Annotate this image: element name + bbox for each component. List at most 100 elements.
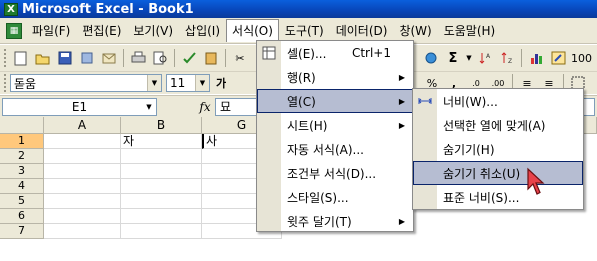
font-size-combo[interactable]: 11 ▼ xyxy=(166,74,210,92)
email-icon[interactable] xyxy=(99,49,119,67)
workbook-icon[interactable]: ▦ xyxy=(6,22,22,39)
svg-text:Z: Z xyxy=(508,58,512,65)
row-header-3[interactable]: 3 xyxy=(0,164,44,179)
title-bar: X Microsoft Excel - Book1 xyxy=(0,0,597,18)
cell-a3[interactable] xyxy=(44,164,121,179)
menu-format[interactable]: 서식(O) xyxy=(226,19,279,42)
row-header-4[interactable]: 4 xyxy=(0,179,44,194)
submenu-arrow-icon: ▶ xyxy=(398,216,405,226)
chevron-down-icon[interactable]: ▼ xyxy=(465,49,473,67)
toolbar-separator xyxy=(225,49,226,67)
print-preview-icon[interactable] xyxy=(150,49,170,67)
menu-item-sheet[interactable]: 시트(H) ▶ xyxy=(257,113,413,137)
menu-tools[interactable]: 도구(T) xyxy=(279,19,330,42)
submenu-arrow-icon: ▶ xyxy=(398,72,405,82)
cell-a4[interactable] xyxy=(44,179,121,194)
menu-item-label: 셀(E)... xyxy=(287,46,327,61)
chart-wizard-icon[interactable] xyxy=(526,49,546,67)
menu-item-label: 조건부 서식(D)... xyxy=(287,166,377,181)
cell-a7[interactable] xyxy=(44,224,121,239)
cell-b5[interactable] xyxy=(121,194,202,209)
menu-window[interactable]: 창(W) xyxy=(393,19,437,42)
research-icon[interactable] xyxy=(201,49,221,67)
insert-function-icon[interactable]: fx xyxy=(195,100,215,114)
row-header-7[interactable]: 7 xyxy=(0,224,44,239)
toolbar-grip[interactable] xyxy=(4,74,7,92)
chevron-down-icon[interactable]: ▼ xyxy=(195,75,209,91)
menu-item-phonetic-guide[interactable]: 윗주 달기(T) ▶ xyxy=(257,209,413,233)
sort-ascending-icon[interactable]: A xyxy=(475,49,495,67)
cell-b4[interactable] xyxy=(121,179,202,194)
cell-a1[interactable] xyxy=(44,134,121,149)
menu-item-label: 시트(H) xyxy=(287,118,328,133)
menu-item-label: 스타일(S)... xyxy=(287,190,349,205)
bold-button[interactable]: 가 xyxy=(211,74,231,92)
drawing-icon[interactable] xyxy=(548,49,568,67)
column-header-b[interactable]: B xyxy=(121,117,202,134)
menu-item-label: 자동 서식(A)... xyxy=(287,142,364,157)
font-name-combo[interactable]: 돋움 ▼ xyxy=(10,74,162,92)
print-icon[interactable] xyxy=(128,49,148,67)
submenu-item-unhide[interactable]: 숨기기 취소(U) xyxy=(413,161,583,185)
cell-b7[interactable] xyxy=(121,224,202,239)
column-submenu: 너비(W)... 선택한 열에 맞게(A) 숨기기(H) 숨기기 취소(U) 표… xyxy=(412,88,584,210)
row-header-1[interactable]: 1 xyxy=(0,134,44,149)
menu-item-column[interactable]: 열(C) ▶ xyxy=(257,89,413,113)
menu-item-label: 표준 너비(S)... xyxy=(443,190,520,205)
menu-edit[interactable]: 편집(E) xyxy=(76,19,127,42)
menu-view[interactable]: 보기(V) xyxy=(127,19,179,42)
menu-item-label: 윗주 달기(T) xyxy=(287,214,352,229)
name-box[interactable]: E1 ▼ xyxy=(2,97,157,116)
font-name-value: 돋움 xyxy=(14,76,37,91)
toolbar-grip[interactable] xyxy=(4,49,7,67)
open-icon[interactable] xyxy=(33,49,53,67)
menu-data[interactable]: 데이터(D) xyxy=(330,19,394,42)
menu-insert[interactable]: 삽입(I) xyxy=(179,19,226,42)
row-header-2[interactable]: 2 xyxy=(0,149,44,164)
menu-item-shortcut: Ctrl+1 xyxy=(351,46,391,60)
window-title: Microsoft Excel - Book1 xyxy=(22,1,194,17)
submenu-item-standard-width[interactable]: 표준 너비(S)... xyxy=(413,185,583,209)
column-width-icon xyxy=(417,93,433,109)
permission-icon[interactable] xyxy=(77,49,97,67)
menu-item-cells[interactable]: 셀(E)... Ctrl+1 xyxy=(257,41,413,65)
submenu-arrow-icon: ▶ xyxy=(398,120,405,130)
copy-icon[interactable] xyxy=(421,49,441,67)
row-header-5[interactable]: 5 xyxy=(0,194,44,209)
submenu-item-autofit[interactable]: 선택한 열에 맞게(A) xyxy=(413,113,583,137)
menu-item-conditional-formatting[interactable]: 조건부 서식(D)... xyxy=(257,161,413,185)
chevron-down-icon[interactable]: ▼ xyxy=(147,75,161,91)
toolbar-separator xyxy=(123,49,124,67)
cell-b1[interactable]: 자 xyxy=(121,134,202,149)
column-header-a[interactable]: A xyxy=(44,117,121,134)
menu-item-style[interactable]: 스타일(S)... xyxy=(257,185,413,209)
font-size-value: 11 xyxy=(170,76,186,90)
sort-descending-icon[interactable]: Z xyxy=(497,49,517,67)
chevron-down-icon[interactable]: ▼ xyxy=(142,99,156,115)
menu-help[interactable]: 도움말(H) xyxy=(438,19,502,42)
save-icon[interactable] xyxy=(55,49,75,67)
select-all-corner[interactable] xyxy=(0,117,44,134)
cell-b6[interactable] xyxy=(121,209,202,224)
autosum-icon[interactable]: Σ xyxy=(443,49,463,67)
submenu-item-width[interactable]: 너비(W)... xyxy=(413,89,583,113)
zoom-value[interactable]: 100 xyxy=(571,52,592,65)
cell-a6[interactable] xyxy=(44,209,121,224)
menu-item-label: 행(R) xyxy=(287,70,316,85)
cut-icon[interactable]: ✂ xyxy=(230,49,250,67)
menu-item-row[interactable]: 행(R) ▶ xyxy=(257,65,413,89)
cell-b3[interactable] xyxy=(121,164,202,179)
menu-item-autoformat[interactable]: 자동 서식(A)... xyxy=(257,137,413,161)
submenu-item-hide[interactable]: 숨기기(H) xyxy=(413,137,583,161)
menu-item-label: 너비(W)... xyxy=(443,94,498,109)
new-icon[interactable] xyxy=(11,49,31,67)
excel-app-icon: X xyxy=(4,2,18,16)
spelling-icon[interactable] xyxy=(179,49,199,67)
row-header-6[interactable]: 6 xyxy=(0,209,44,224)
cell-b2[interactable] xyxy=(121,149,202,164)
cell-a2[interactable] xyxy=(44,149,121,164)
cell-a5[interactable] xyxy=(44,194,121,209)
mouse-cursor-icon xyxy=(527,167,545,195)
menu-file[interactable]: 파일(F) xyxy=(26,19,76,42)
menu-item-label: 선택한 열에 맞게(A) xyxy=(443,118,546,133)
